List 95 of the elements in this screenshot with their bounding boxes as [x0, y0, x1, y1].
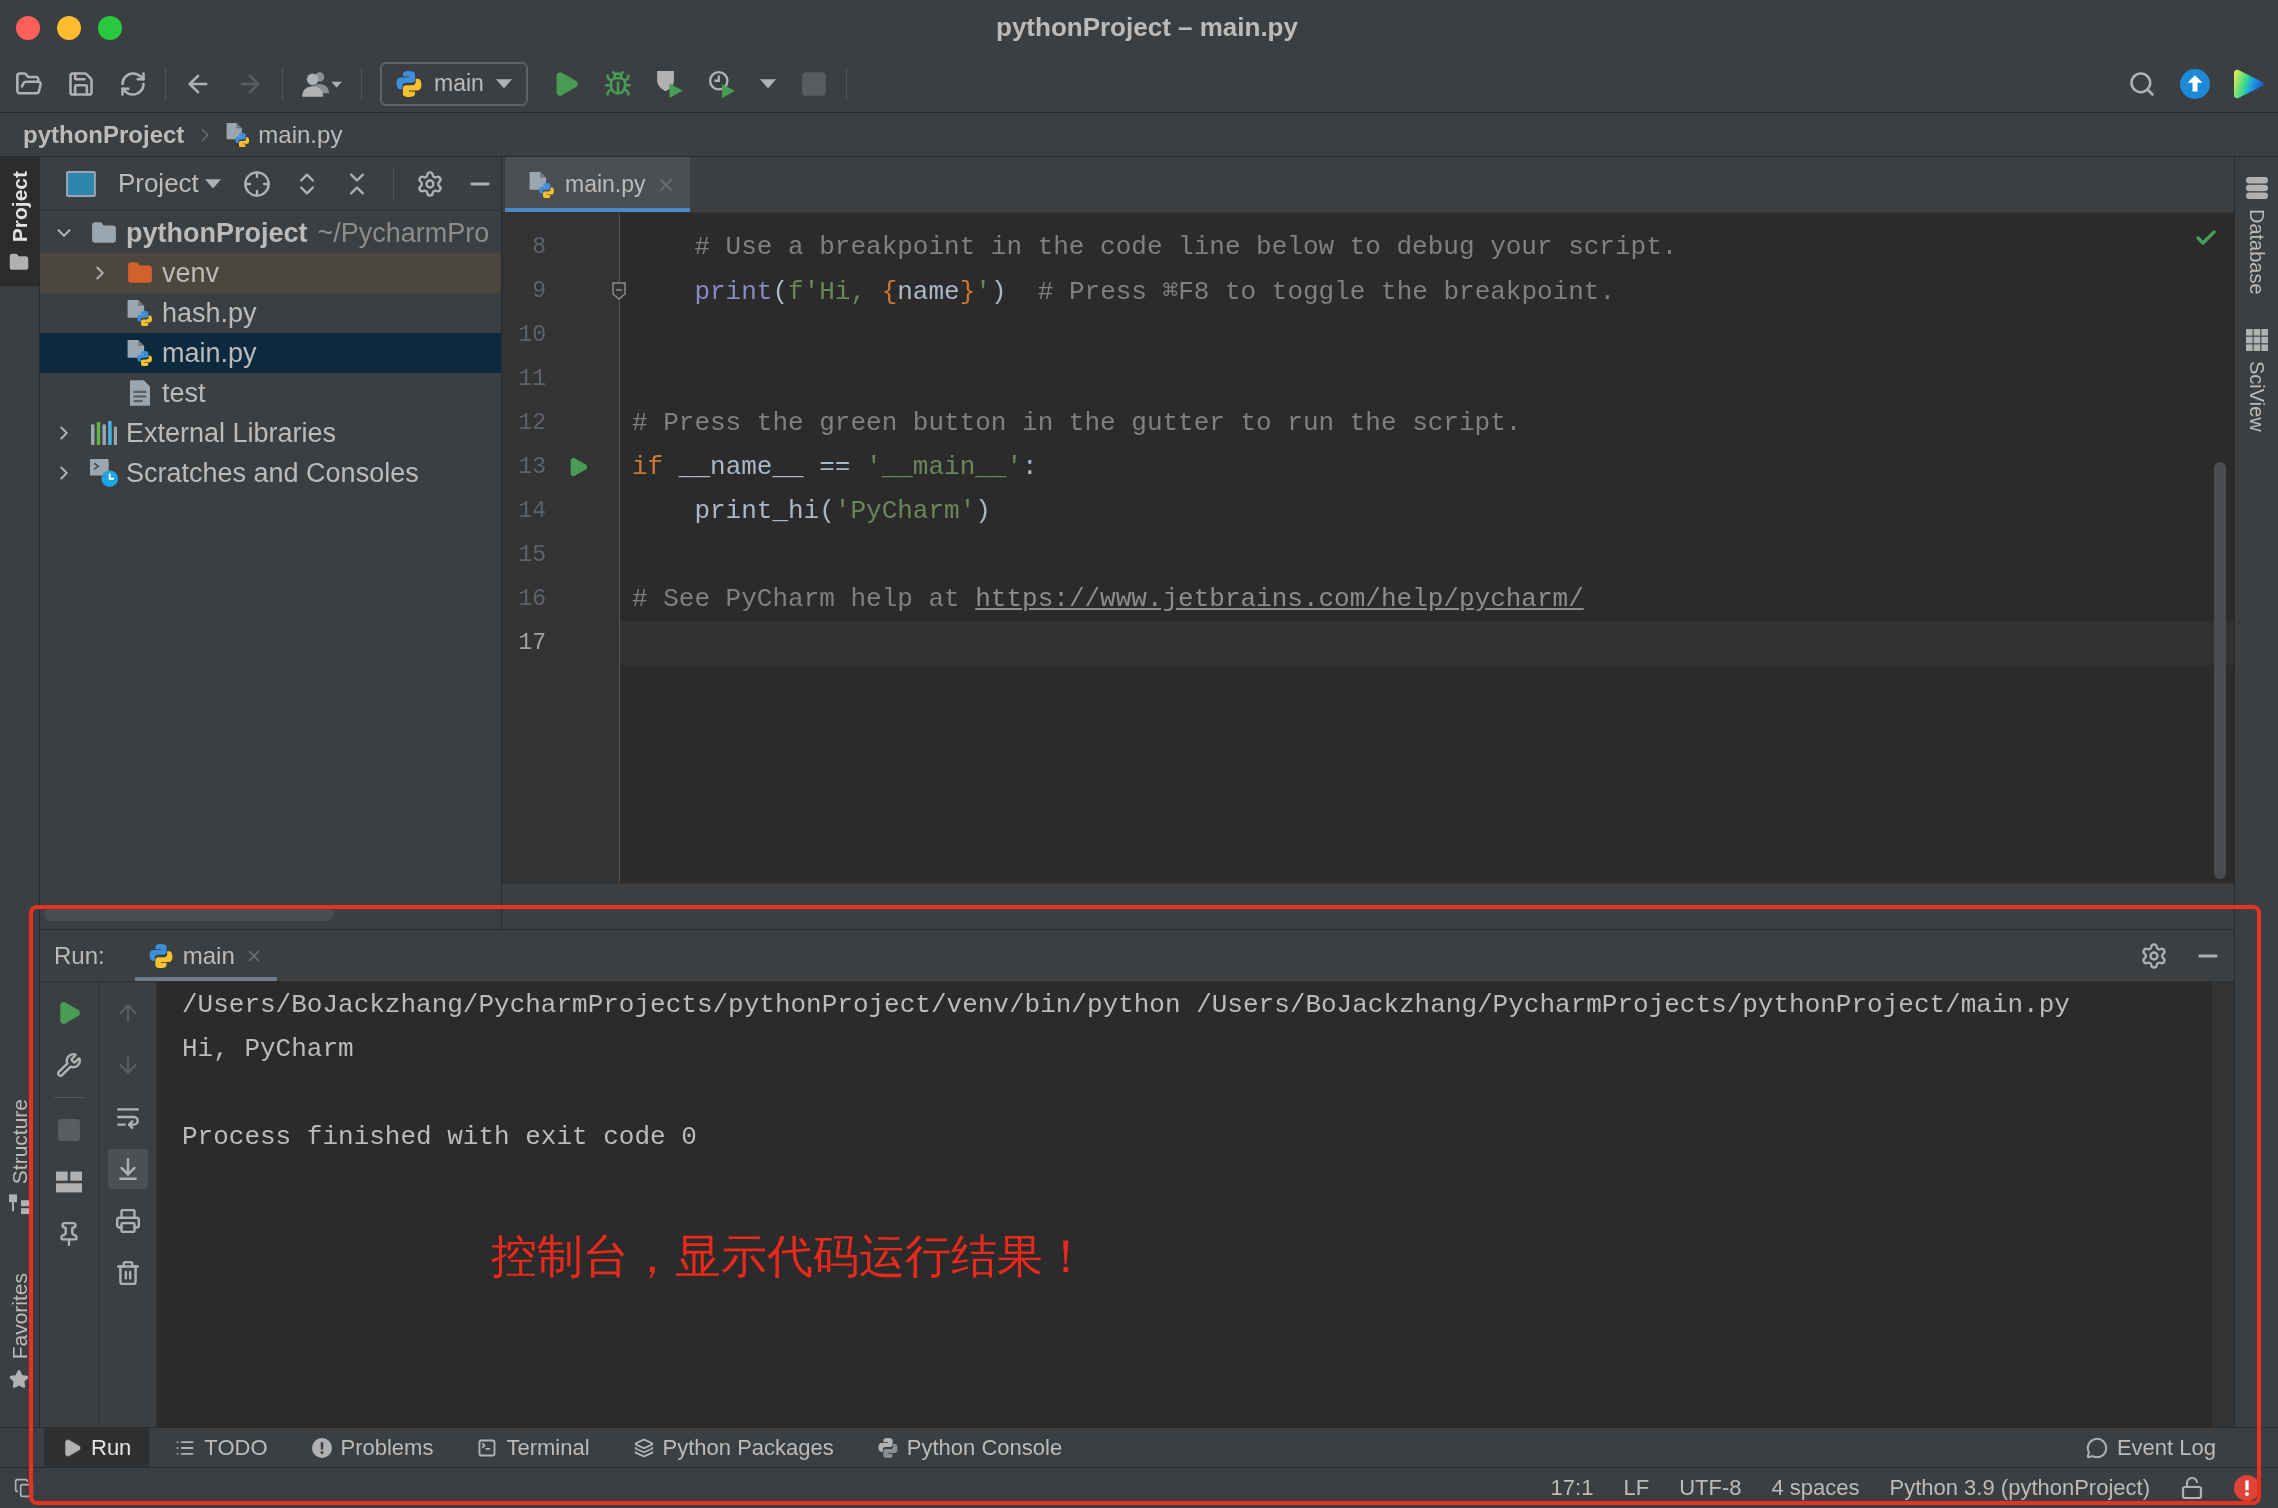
tool-window-button[interactable]: Event Log — [2067, 1428, 2234, 1467]
status-item[interactable]: Python 3.9 (pythonProject) — [1889, 1475, 2150, 1501]
settings-icon[interactable] — [2140, 941, 2168, 970]
scroll-end-button[interactable] — [107, 1149, 148, 1189]
vertical-scrollbar-thumb[interactable] — [2214, 462, 2226, 879]
project-path: ~/PycharmPro — [317, 217, 490, 249]
tool-window-button[interactable]: Problems — [293, 1428, 452, 1467]
sync-icon[interactable] — [119, 69, 147, 98]
folder-icon — [91, 220, 117, 246]
caret-icon — [495, 78, 512, 89]
python-logo-icon — [396, 70, 422, 97]
run-config-selector[interactable]: main — [380, 61, 528, 106]
code-line: print(f'Hi, {name}') # Press ⌘F8 to toggle the breakpoint. — [694, 276, 1616, 307]
layers-icon — [633, 1437, 654, 1458]
status-item[interactable]: UTF-8 — [1679, 1475, 1742, 1501]
alert-circle-icon — [311, 1437, 332, 1458]
unlocked-icon[interactable] — [2180, 1476, 2204, 1500]
terminal-clock-icon — [90, 459, 118, 487]
console-line: /Users/BoJackzhang/PycharmProjects/pythonProject/venv/bin/python /Users/BoJackzhang/PycharmProjects/pythonProject/main.py — [182, 989, 2070, 1022]
settings-icon[interactable] — [415, 169, 444, 198]
tree-item[interactable]: pythonProject ~/PycharmPro — [40, 213, 501, 253]
minimize-window-button[interactable] — [57, 15, 81, 40]
gauge-play-icon[interactable] — [707, 69, 736, 98]
caret-icon[interactable] — [759, 78, 776, 89]
tool-window-tab[interactable]: Project — [0, 157, 39, 287]
python-logo-icon — [148, 943, 173, 968]
search-icon[interactable] — [2128, 69, 2156, 98]
save-icon[interactable] — [67, 69, 95, 98]
line-number: 17 — [517, 630, 546, 656]
console-line: Hi, PyCharm — [182, 1033, 354, 1066]
annotation-text: 控制台，显示代码运行结果！ — [491, 1228, 1089, 1285]
fold-marker-icon[interactable] — [612, 282, 626, 300]
speech-bubble-icon — [2085, 1436, 2108, 1459]
gradient-triangle-icon[interactable] — [2234, 68, 2264, 99]
tree-item[interactable]: hash.py — [40, 293, 501, 333]
view-selector[interactable]: Project — [117, 168, 221, 199]
window-title: pythonProject – main.py — [996, 12, 1298, 43]
play-icon — [62, 1437, 82, 1458]
wrench-icon — [56, 1052, 82, 1078]
breadcrumb-item[interactable]: main.py — [226, 120, 343, 149]
tool-window-tab[interactable]: Database — [2245, 177, 2268, 295]
code-link[interactable]: https://www.jetbrains.com/help/pycharm/ — [975, 584, 1584, 614]
tool-window-tab[interactable]: SciView — [2245, 328, 2268, 432]
tool-window-button[interactable]: TODO — [157, 1428, 286, 1467]
status-item[interactable]: 17:1 — [1550, 1475, 1594, 1501]
code-line: # See PyCharm help at https://www.jetbrains.com/help/pycharm/ — [632, 584, 1584, 614]
editor-tab[interactable]: main.py — [505, 157, 690, 212]
breadcrumb-item[interactable]: pythonProject — [23, 120, 185, 149]
code-line: print_hi('PyCharm') — [694, 496, 991, 526]
grid-icon — [2245, 328, 2268, 351]
code-line: if __name__ == '__main__': — [632, 452, 1038, 482]
python-file-icon — [127, 340, 153, 366]
caret-icon — [204, 178, 221, 189]
python-console-icon — [877, 1437, 898, 1458]
library-bars-icon — [90, 421, 118, 445]
trash-icon — [114, 1260, 141, 1286]
tool-window-button[interactable]: Python Packages — [615, 1428, 852, 1467]
locate-icon[interactable] — [242, 169, 271, 198]
tree-item[interactable]: Scratches and Consoles — [40, 453, 501, 493]
tool-window-button[interactable]: Terminal — [459, 1428, 608, 1467]
tool-window-button[interactable]: Python Console — [859, 1428, 1081, 1467]
tree-item[interactable]: main.py — [40, 333, 501, 373]
people-dropdown-icon[interactable] — [301, 69, 343, 98]
project-view-icon — [66, 170, 96, 197]
tree-item[interactable]: External Libraries — [40, 413, 501, 453]
shield-play-icon[interactable] — [655, 69, 684, 98]
tool-window-tab[interactable]: Favorites — [0, 1258, 39, 1403]
zoom-window-button[interactable] — [98, 15, 122, 40]
python-file-icon — [529, 171, 555, 198]
run-label: Run: — [54, 941, 105, 970]
python-file-icon — [127, 300, 153, 326]
open-folder-icon[interactable] — [15, 69, 43, 98]
terminal-icon — [477, 1437, 498, 1458]
tool-window-tab[interactable]: Structure — [0, 1085, 39, 1229]
status-item[interactable]: 4 spaces — [1771, 1475, 1860, 1501]
structure-icon — [9, 1194, 30, 1215]
stop-icon — [56, 1117, 82, 1143]
tree-item[interactable]: test — [40, 373, 501, 413]
close-window-button[interactable] — [16, 15, 40, 40]
database-icon — [2245, 177, 2268, 199]
error-alert-icon[interactable] — [2234, 1475, 2260, 1501]
folder-icon — [9, 252, 30, 273]
python-file-icon — [226, 122, 251, 147]
console-line: Process finished with exit code 0 — [182, 1121, 697, 1154]
debug-icon[interactable] — [603, 69, 632, 98]
star-icon — [9, 1369, 30, 1389]
text-file-icon — [129, 380, 151, 406]
code-line: # Use a breakpoint in the code line below to debug your script. — [694, 232, 1678, 262]
layout-icon — [56, 1169, 82, 1195]
printer-icon — [114, 1208, 141, 1234]
status-item[interactable]: LF — [1623, 1475, 1650, 1501]
folder-icon — [127, 260, 153, 286]
tool-window-button[interactable]: Run — [44, 1428, 150, 1467]
code-line: # Press the green button in the gutter to run the script. — [632, 408, 1522, 438]
tree-item[interactable]: venv — [40, 253, 501, 293]
